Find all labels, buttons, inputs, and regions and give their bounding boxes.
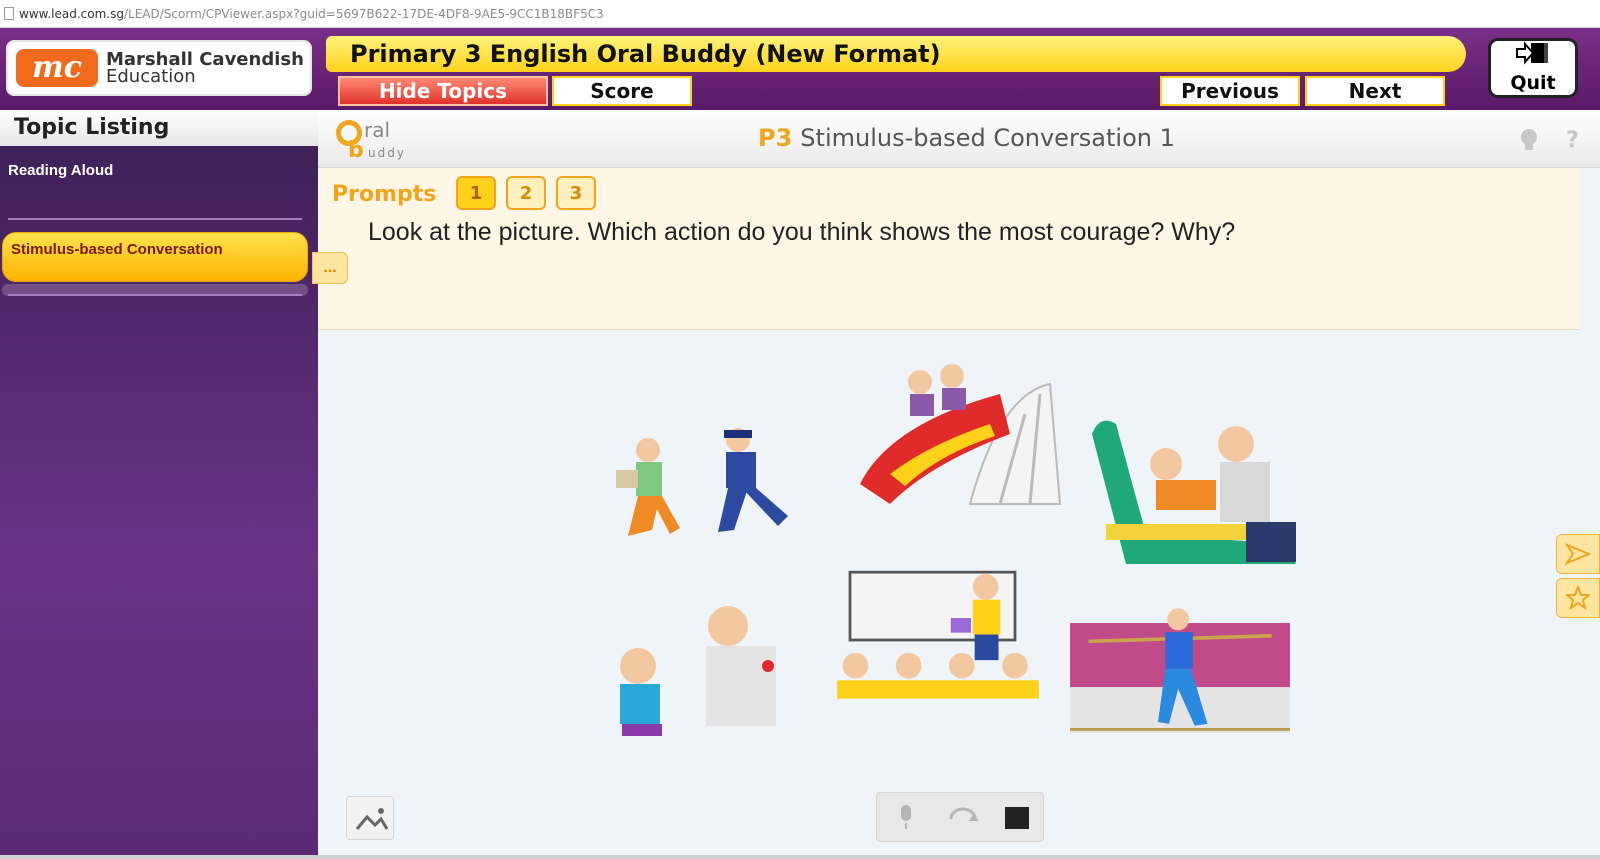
prompt-question: Look at the picture. Which action do you… [368, 218, 1236, 246]
scene-chase-thief [616, 428, 788, 536]
lesson-header: ral b uddy P3 Stimulus-based Conversation… [318, 110, 1600, 168]
scene-presentation [837, 570, 1039, 699]
exit-door-icon [1491, 41, 1575, 71]
picture-toggle-button[interactable] [346, 796, 394, 840]
publisher-logo: mc Marshall Cavendish Education [6, 40, 312, 96]
sidebar-item-stimulus-conversation[interactable]: Stimulus-based Conversation [2, 232, 308, 282]
logo-line-2: Education [106, 66, 196, 87]
send-tab-icon[interactable] [1556, 534, 1600, 574]
exit-door-svg [1516, 41, 1548, 65]
prompt-2-button[interactable]: 2 [506, 176, 546, 210]
oral-buddy-logo: ral b uddy [336, 118, 426, 163]
url-text: www.lead.com.sg/LEAD/Scorm/CPViewer.aspx… [19, 6, 604, 21]
main-content: ral b uddy P3 Stimulus-based Conversation… [312, 110, 1600, 859]
sidebar-heading: Topic Listing [0, 110, 318, 146]
scene-tightrope [1070, 608, 1290, 733]
window-bottom-edge [0, 855, 1600, 859]
prompt-3-button[interactable]: 3 [556, 176, 596, 210]
level-tag: P3 [758, 124, 793, 152]
sidebar-divider [8, 218, 302, 220]
oral-buddy-uddy: uddy [368, 146, 406, 160]
image-icon [355, 808, 389, 830]
app-header: mc Marshall Cavendish Education Primary … [0, 28, 1600, 110]
stop-icon[interactable] [1005, 807, 1029, 829]
oral-buddy-ral: ral [364, 118, 391, 142]
mc-logo-mark: mc [16, 49, 98, 87]
prompt-panel: Prompts 1 2 3 Look at the picture. Which… [312, 168, 1580, 330]
quit-button[interactable]: Quit [1488, 38, 1578, 98]
scene-injection [620, 606, 776, 736]
previous-button[interactable]: Previous [1160, 76, 1300, 106]
scene-roller-coaster [860, 364, 1062, 505]
sidebar-item-reading-aloud[interactable]: Reading Aloud [8, 162, 113, 179]
quit-label: Quit [1510, 72, 1556, 94]
course-title: Primary 3 English Oral Buddy (New Format… [350, 40, 941, 68]
prompt-1-button[interactable]: 1 [456, 176, 496, 210]
help-icon[interactable]: ? [1566, 128, 1579, 153]
stimulus-picture [588, 354, 1308, 749]
score-button[interactable]: Score [552, 76, 692, 106]
page-icon [4, 7, 14, 20]
more-button[interactable]: ... [312, 252, 348, 284]
lightbulb-icon[interactable] [1518, 128, 1540, 158]
hide-topics-button[interactable]: Hide Topics [338, 76, 548, 106]
scene-dentist [1092, 420, 1296, 564]
course-title-bar: Primary 3 English Oral Buddy (New Format… [326, 36, 1466, 72]
star-tab-icon[interactable] [1556, 578, 1600, 618]
microphone-icon[interactable] [897, 805, 915, 837]
lesson-title: P3 Stimulus-based Conversation 1 [758, 124, 1175, 152]
replay-icon[interactable] [947, 805, 979, 837]
prompts-label: Prompts [332, 182, 437, 207]
address-bar[interactable]: www.lead.com.sg/LEAD/Scorm/CPViewer.aspx… [0, 0, 1600, 28]
next-button[interactable]: Next [1305, 76, 1445, 106]
recording-toolbar [876, 792, 1044, 842]
oral-buddy-b: b [348, 138, 364, 163]
sidebar-divider [8, 294, 302, 296]
topic-sidebar: Topic Listing Reading Aloud Stimulus-bas… [0, 110, 318, 859]
